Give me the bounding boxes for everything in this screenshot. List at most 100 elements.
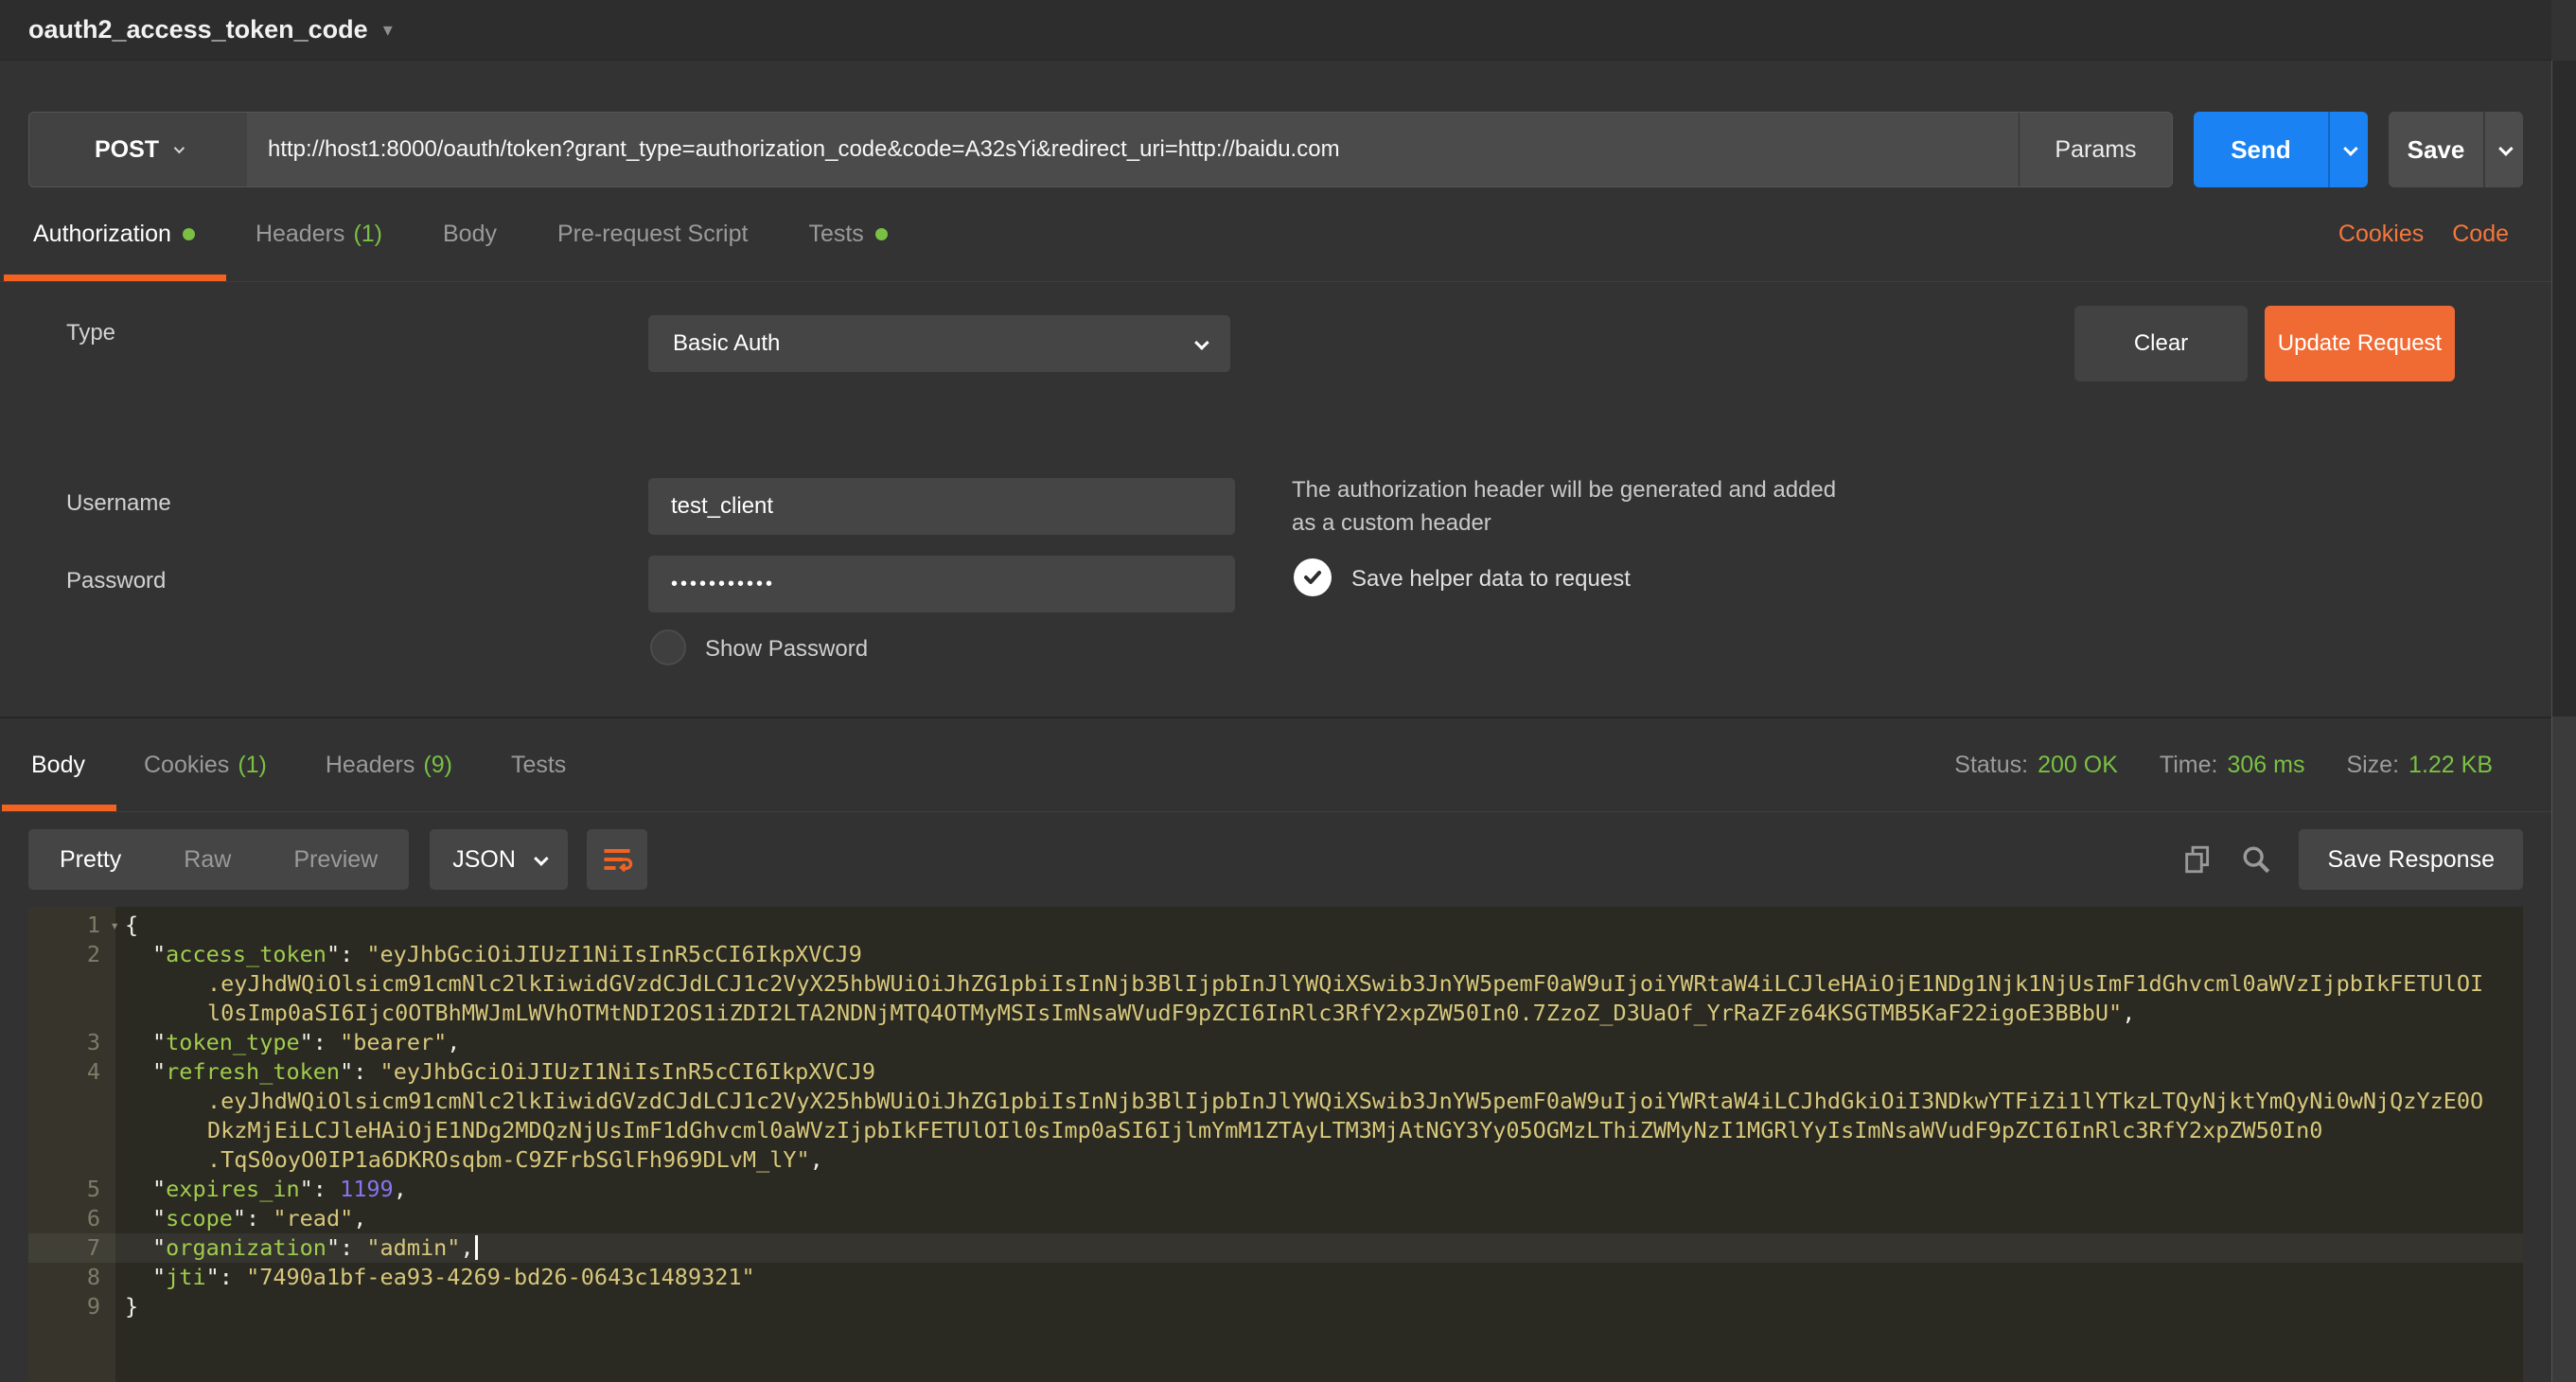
wrap-text-button[interactable]	[587, 829, 647, 890]
tab-label: Body	[31, 752, 85, 779]
line-number: 8	[28, 1263, 115, 1292]
response-section: Body Cookies (1) Headers (9) Tests Statu…	[0, 717, 2551, 1382]
line-number: 5	[28, 1175, 115, 1204]
chevron-down-icon	[534, 851, 549, 866]
size-label: Size:	[2346, 752, 2399, 778]
toolbar-right: Save Response	[2181, 829, 2523, 890]
tab-label: Cookies	[144, 752, 229, 779]
username-field[interactable]: test_client	[648, 478, 1235, 535]
save-response-button[interactable]: Save Response	[2299, 829, 2523, 890]
tab-pre-request-script[interactable]: Pre-request Script	[557, 187, 748, 281]
params-button[interactable]: Params	[2019, 113, 2172, 186]
line-number	[28, 1116, 115, 1145]
line-number: 3	[28, 1028, 115, 1057]
format-value: JSON	[452, 846, 516, 874]
code-text: DkzMjEiLCJleHAiOjE1NDg2MDQzNjUsImF1dGhvc…	[115, 1116, 2322, 1145]
method-label: POST	[95, 136, 159, 164]
code-line: .TqS0oyO0IP1a6DKROsqbm-C9ZFrbSGlFh969DLv…	[28, 1145, 2523, 1175]
response-toolbar: Pretty Raw Preview JSON	[0, 812, 2551, 907]
auth-type-select[interactable]: Basic Auth	[648, 315, 1230, 372]
response-tab-tests[interactable]: Tests	[511, 718, 566, 811]
tab-headers[interactable]: Headers (1)	[256, 187, 382, 281]
username-label: Username	[66, 490, 171, 517]
code-line: 5"expires_in": 1199,	[28, 1175, 2523, 1204]
response-tab-cookies[interactable]: Cookies (1)	[144, 718, 267, 811]
code-text: "scope": "read",	[115, 1204, 366, 1233]
type-label: Type	[66, 320, 115, 346]
copy-button[interactable]	[2181, 843, 2214, 876]
tab-body[interactable]: Body	[443, 187, 497, 281]
save-options-button[interactable]	[2483, 112, 2523, 187]
code-line: .eyJhdWQiOlsicm91cmNlc2lkIiwidGVzdCJdLCJ…	[28, 969, 2523, 999]
response-body-editor[interactable]: 1▾{2"access_token": "eyJhbGciOiJIUzI1NiI…	[28, 907, 2523, 1382]
send-button[interactable]: Send	[2194, 112, 2328, 187]
response-scrollbar-track[interactable]	[2551, 717, 2576, 1382]
send-options-button[interactable]	[2328, 112, 2368, 187]
view-mode-switcher: Pretty Raw Preview	[28, 829, 409, 890]
tab-label: Pre-request Script	[557, 221, 748, 248]
show-password-radio[interactable]	[650, 629, 686, 665]
response-tabs: Body Cookies (1) Headers (9) Tests Statu…	[0, 718, 2551, 812]
code-line: 6"scope": "read",	[28, 1204, 2523, 1233]
chevron-down-icon	[2498, 141, 2514, 156]
status-label: Status:	[1954, 752, 2028, 778]
save-helper-checkbox[interactable]	[1294, 558, 1332, 596]
green-dot-icon	[183, 228, 195, 240]
code-line: 8"jti": "7490a1bf-ea93-4269-bd26-0643c14…	[28, 1263, 2523, 1292]
line-number	[28, 1087, 115, 1116]
line-number: 4	[28, 1057, 115, 1087]
save-button-group: Save	[2389, 112, 2523, 187]
copy-icon	[2181, 843, 2214, 876]
code-text: l0sImp0aSI6Ijc0OTBhMWJmLWVhOTMtNDI2OS1iZ…	[115, 999, 2135, 1028]
line-number	[28, 1145, 115, 1175]
code-text: "refresh_token": "eyJhbGciOiJIUzI1NiIsIn…	[115, 1057, 875, 1087]
code-line: 3"token_type": "bearer",	[28, 1028, 2523, 1057]
tab-count: (9)	[423, 752, 452, 779]
code-text: }	[115, 1292, 138, 1321]
code-line: 7"organization": "admin",	[28, 1233, 2523, 1263]
code-line: 4"refresh_token": "eyJhbGciOiJIUzI1NiIsI…	[28, 1057, 2523, 1087]
line-number: 6	[28, 1204, 115, 1233]
authorization-panel: Type Basic Auth Clear Update Request Use…	[0, 282, 2551, 717]
tab-links: Cookies Code	[2338, 221, 2551, 248]
view-mode-raw[interactable]: Raw	[152, 829, 262, 890]
request-tab-title[interactable]: oauth2_access_token_code	[28, 15, 368, 44]
search-button[interactable]	[2240, 843, 2272, 876]
view-mode-pretty[interactable]: Pretty	[28, 829, 152, 890]
size-value: 1.22 KB	[2408, 752, 2493, 778]
request-tabs: Authorization Headers (1) Body Pre-reque…	[0, 187, 2551, 282]
tab-tests[interactable]: Tests	[808, 187, 887, 281]
code-text: "expires_in": 1199,	[115, 1175, 407, 1204]
code-line: DkzMjEiLCJleHAiOjE1NDg2MDQzNjUsImF1dGhvc…	[28, 1116, 2523, 1145]
cookies-link[interactable]: Cookies	[2338, 221, 2424, 248]
tab-label: Headers	[256, 221, 345, 248]
code-link[interactable]: Code	[2452, 221, 2509, 248]
tab-authorization[interactable]: Authorization	[33, 187, 195, 281]
caret-down-icon[interactable]: ▾	[383, 18, 393, 42]
save-button[interactable]: Save	[2389, 112, 2483, 187]
update-request-button[interactable]: Update Request	[2265, 306, 2455, 381]
response-tab-headers[interactable]: Headers (9)	[326, 718, 452, 811]
response-tab-body[interactable]: Body	[31, 718, 85, 811]
clear-button[interactable]: Clear	[2074, 306, 2248, 381]
show-password-label: Show Password	[705, 636, 868, 663]
chevron-down-icon	[1194, 335, 1209, 350]
code-text: "access_token": "eyJhbGciOiJIUzI1NiIsInR…	[115, 940, 862, 969]
code-line: 1▾{	[28, 911, 2523, 940]
tab-count: (1)	[238, 752, 267, 779]
code-text: .eyJhdWQiOlsicm91cmNlc2lkIiwidGVzdCJdLCJ…	[115, 1087, 2483, 1116]
line-number: 7	[28, 1233, 115, 1263]
password-field[interactable]: •••••••••••	[648, 556, 1235, 612]
fold-caret-icon[interactable]: ▾	[110, 911, 119, 940]
method-dropdown[interactable]: POST	[29, 113, 247, 186]
tab-label: Authorization	[33, 221, 171, 248]
code-text: .eyJhdWQiOlsicm91cmNlc2lkIiwidGVzdCJdLCJ…	[115, 969, 2483, 999]
format-select[interactable]: JSON	[430, 829, 568, 890]
code-line: .eyJhdWQiOlsicm91cmNlc2lkIiwidGVzdCJdLCJ…	[28, 1087, 2523, 1116]
code-text: "token_type": "bearer",	[115, 1028, 460, 1057]
view-mode-preview[interactable]: Preview	[262, 829, 409, 890]
time-value: 306 ms	[2227, 752, 2304, 778]
line-number: 9	[28, 1292, 115, 1321]
password-label: Password	[66, 568, 166, 594]
url-input[interactable]: http://host1:8000/oauth/token?grant_type…	[247, 113, 2019, 186]
